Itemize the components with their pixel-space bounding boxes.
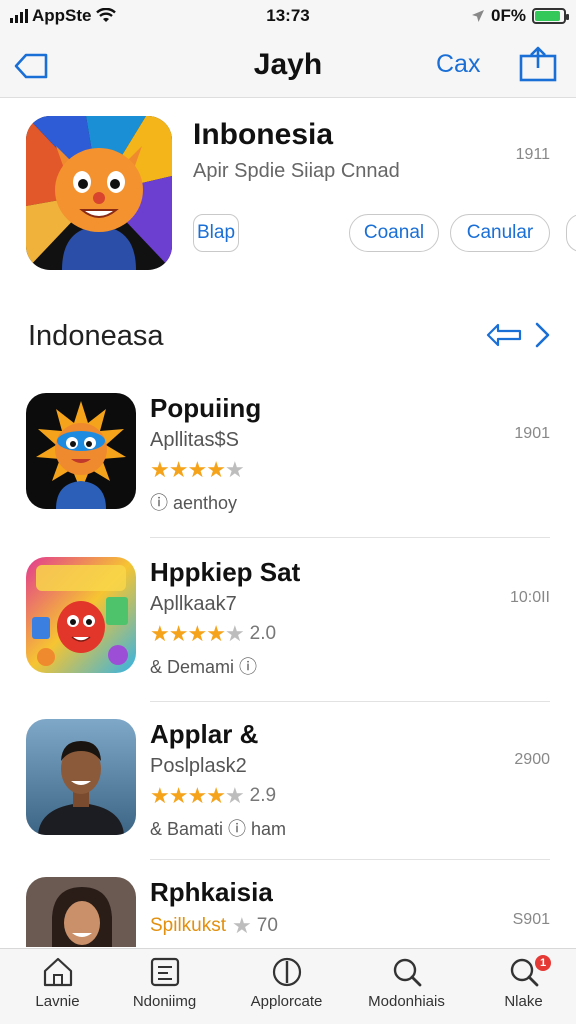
nav-bar: Jayh Cax xyxy=(0,36,576,98)
app-subtitle: Apllitas$S xyxy=(150,429,239,451)
star-rating: ★★★★★ xyxy=(150,783,245,809)
star-icon: ★ xyxy=(150,457,170,482)
app-list-item[interactable]: Applar & Poslplask2 2900 ★★★★★ 2.9 & Bam… xyxy=(0,719,576,879)
featured-subtitle: Apir Spdie Siiap Cnnad xyxy=(193,160,400,182)
star-icon: ★ xyxy=(232,913,252,938)
rating-value: 2.0 xyxy=(249,623,277,644)
rating-value: 70 xyxy=(256,915,278,936)
status-right: 0F% xyxy=(471,6,569,26)
star-icon: ★ xyxy=(206,783,226,808)
app-name: Hppkiep Sat xyxy=(150,557,301,587)
tab-label: Applorcate xyxy=(250,993,323,1010)
app-name: Popuiing xyxy=(150,393,262,423)
tab-explore[interactable]: Applorcate xyxy=(229,955,344,1021)
tab-search[interactable]: Modonhiais xyxy=(349,955,464,1021)
rating-value: 2.9 xyxy=(249,785,277,806)
share-icon[interactable] xyxy=(518,44,558,84)
featured-pill-button[interactable]: Coanal xyxy=(349,214,439,252)
featured-app[interactable]: Inbonesia Apir Spdie Siiap Cnnad 1911 Bl… xyxy=(0,116,576,286)
app-extra-info: ⓘ aenthoy xyxy=(150,493,238,513)
app-icon[interactable] xyxy=(26,719,136,835)
star-icon: ★ xyxy=(168,783,189,808)
row-divider xyxy=(150,859,550,860)
app-rating: ★★★★★ xyxy=(150,457,250,483)
app-icon[interactable] xyxy=(26,877,136,947)
battery-percent: 0F% xyxy=(491,6,526,25)
app-subtitle: Spilkukst xyxy=(150,915,227,936)
document-icon xyxy=(150,957,179,987)
tab-label: Modonhiais xyxy=(368,993,445,1010)
star-rating: ★★★★★ xyxy=(150,621,245,647)
search-icon xyxy=(393,958,421,987)
app-rating: ★★★★★ 2.0 xyxy=(150,621,276,647)
star-icon: ★ xyxy=(224,783,245,808)
chevron-right-icon[interactable] xyxy=(532,320,552,350)
featured-pill-button[interactable] xyxy=(566,214,576,252)
star-icon: ★ xyxy=(187,621,207,646)
section-title: Indoneasa xyxy=(28,320,164,352)
home-icon xyxy=(43,957,72,987)
app-name: Rphkaisia xyxy=(150,877,273,907)
nav-action-button[interactable]: Cax xyxy=(436,50,480,79)
app-list-item[interactable]: Popuiing Apllitas$S 1901 ★★★★★ ⓘ aenthoy xyxy=(0,393,576,553)
star-rating: ★ xyxy=(232,913,252,939)
notification-badge: 1 xyxy=(535,955,551,971)
featured-app-icon[interactable] xyxy=(26,116,172,270)
battery-icon xyxy=(532,8,569,24)
star-icon: ★ xyxy=(187,783,207,808)
row-divider xyxy=(150,537,550,538)
featured-pill-button[interactable]: Canular xyxy=(450,214,550,252)
featured-action-button[interactable]: Blap xyxy=(193,214,239,252)
star-icon: ★ xyxy=(168,621,189,646)
app-meta: 1901 xyxy=(514,425,550,442)
battery-fill xyxy=(535,11,561,21)
star-icon: ★ xyxy=(224,457,245,482)
app-icon[interactable] xyxy=(26,557,136,673)
app-rating: Spilkukst ★ 70 xyxy=(150,913,278,939)
star-icon: ★ xyxy=(168,457,189,482)
app-name: Applar & xyxy=(150,719,259,749)
tab-home[interactable]: Lavnie xyxy=(0,955,115,1021)
tab-updates[interactable]: 1 Nlake xyxy=(466,955,576,1021)
page-title: Jayh xyxy=(253,48,323,81)
app-list-item[interactable]: Hppkiep Sat Apllkaak7 10:0II ★★★★★ 2.0 &… xyxy=(0,557,576,717)
app-icon[interactable] xyxy=(26,393,136,509)
swap-arrows-icon[interactable] xyxy=(486,320,522,350)
star-icon: ★ xyxy=(206,457,226,482)
star-icon: ★ xyxy=(224,621,245,646)
status-bar: AppSte 13:73 0F% xyxy=(0,0,576,36)
tab-documents[interactable]: Ndoniimg xyxy=(107,955,222,1021)
row-divider xyxy=(150,701,550,702)
star-icon: ★ xyxy=(150,783,170,808)
app-meta: S901 xyxy=(512,911,550,928)
app-subtitle: Poslplask2 xyxy=(150,755,247,777)
app-extra-info: & Demami ⓘ xyxy=(150,657,258,677)
tab-label: Ndoniimg xyxy=(132,993,197,1010)
app-meta: 10:0II xyxy=(509,589,550,606)
featured-meta: 1911 xyxy=(515,146,550,163)
star-icon: ★ xyxy=(187,457,207,482)
tab-label: Lavnie xyxy=(35,993,80,1010)
app-subtitle: Apllkaak7 xyxy=(150,593,237,615)
app-meta: 2900 xyxy=(514,751,550,768)
compass-icon xyxy=(272,957,301,987)
app-list-item[interactable]: Rphkaisia S901 Spilkukst ★ 70 xyxy=(0,877,576,947)
app-rating: ★★★★★ 2.9 xyxy=(150,783,276,809)
app-extra-info: & Bamati ⓘ ham xyxy=(150,819,287,839)
star-icon: ★ xyxy=(150,621,170,646)
location-icon xyxy=(472,10,485,22)
featured-title: Inbonesia xyxy=(193,118,334,151)
tab-bar: Lavnie Ndoniimg Applorcate Modonhiais 1 … xyxy=(0,948,576,1024)
star-icon: ★ xyxy=(206,621,226,646)
tab-label: Nlake xyxy=(504,993,543,1010)
star-rating: ★★★★★ xyxy=(150,457,245,483)
